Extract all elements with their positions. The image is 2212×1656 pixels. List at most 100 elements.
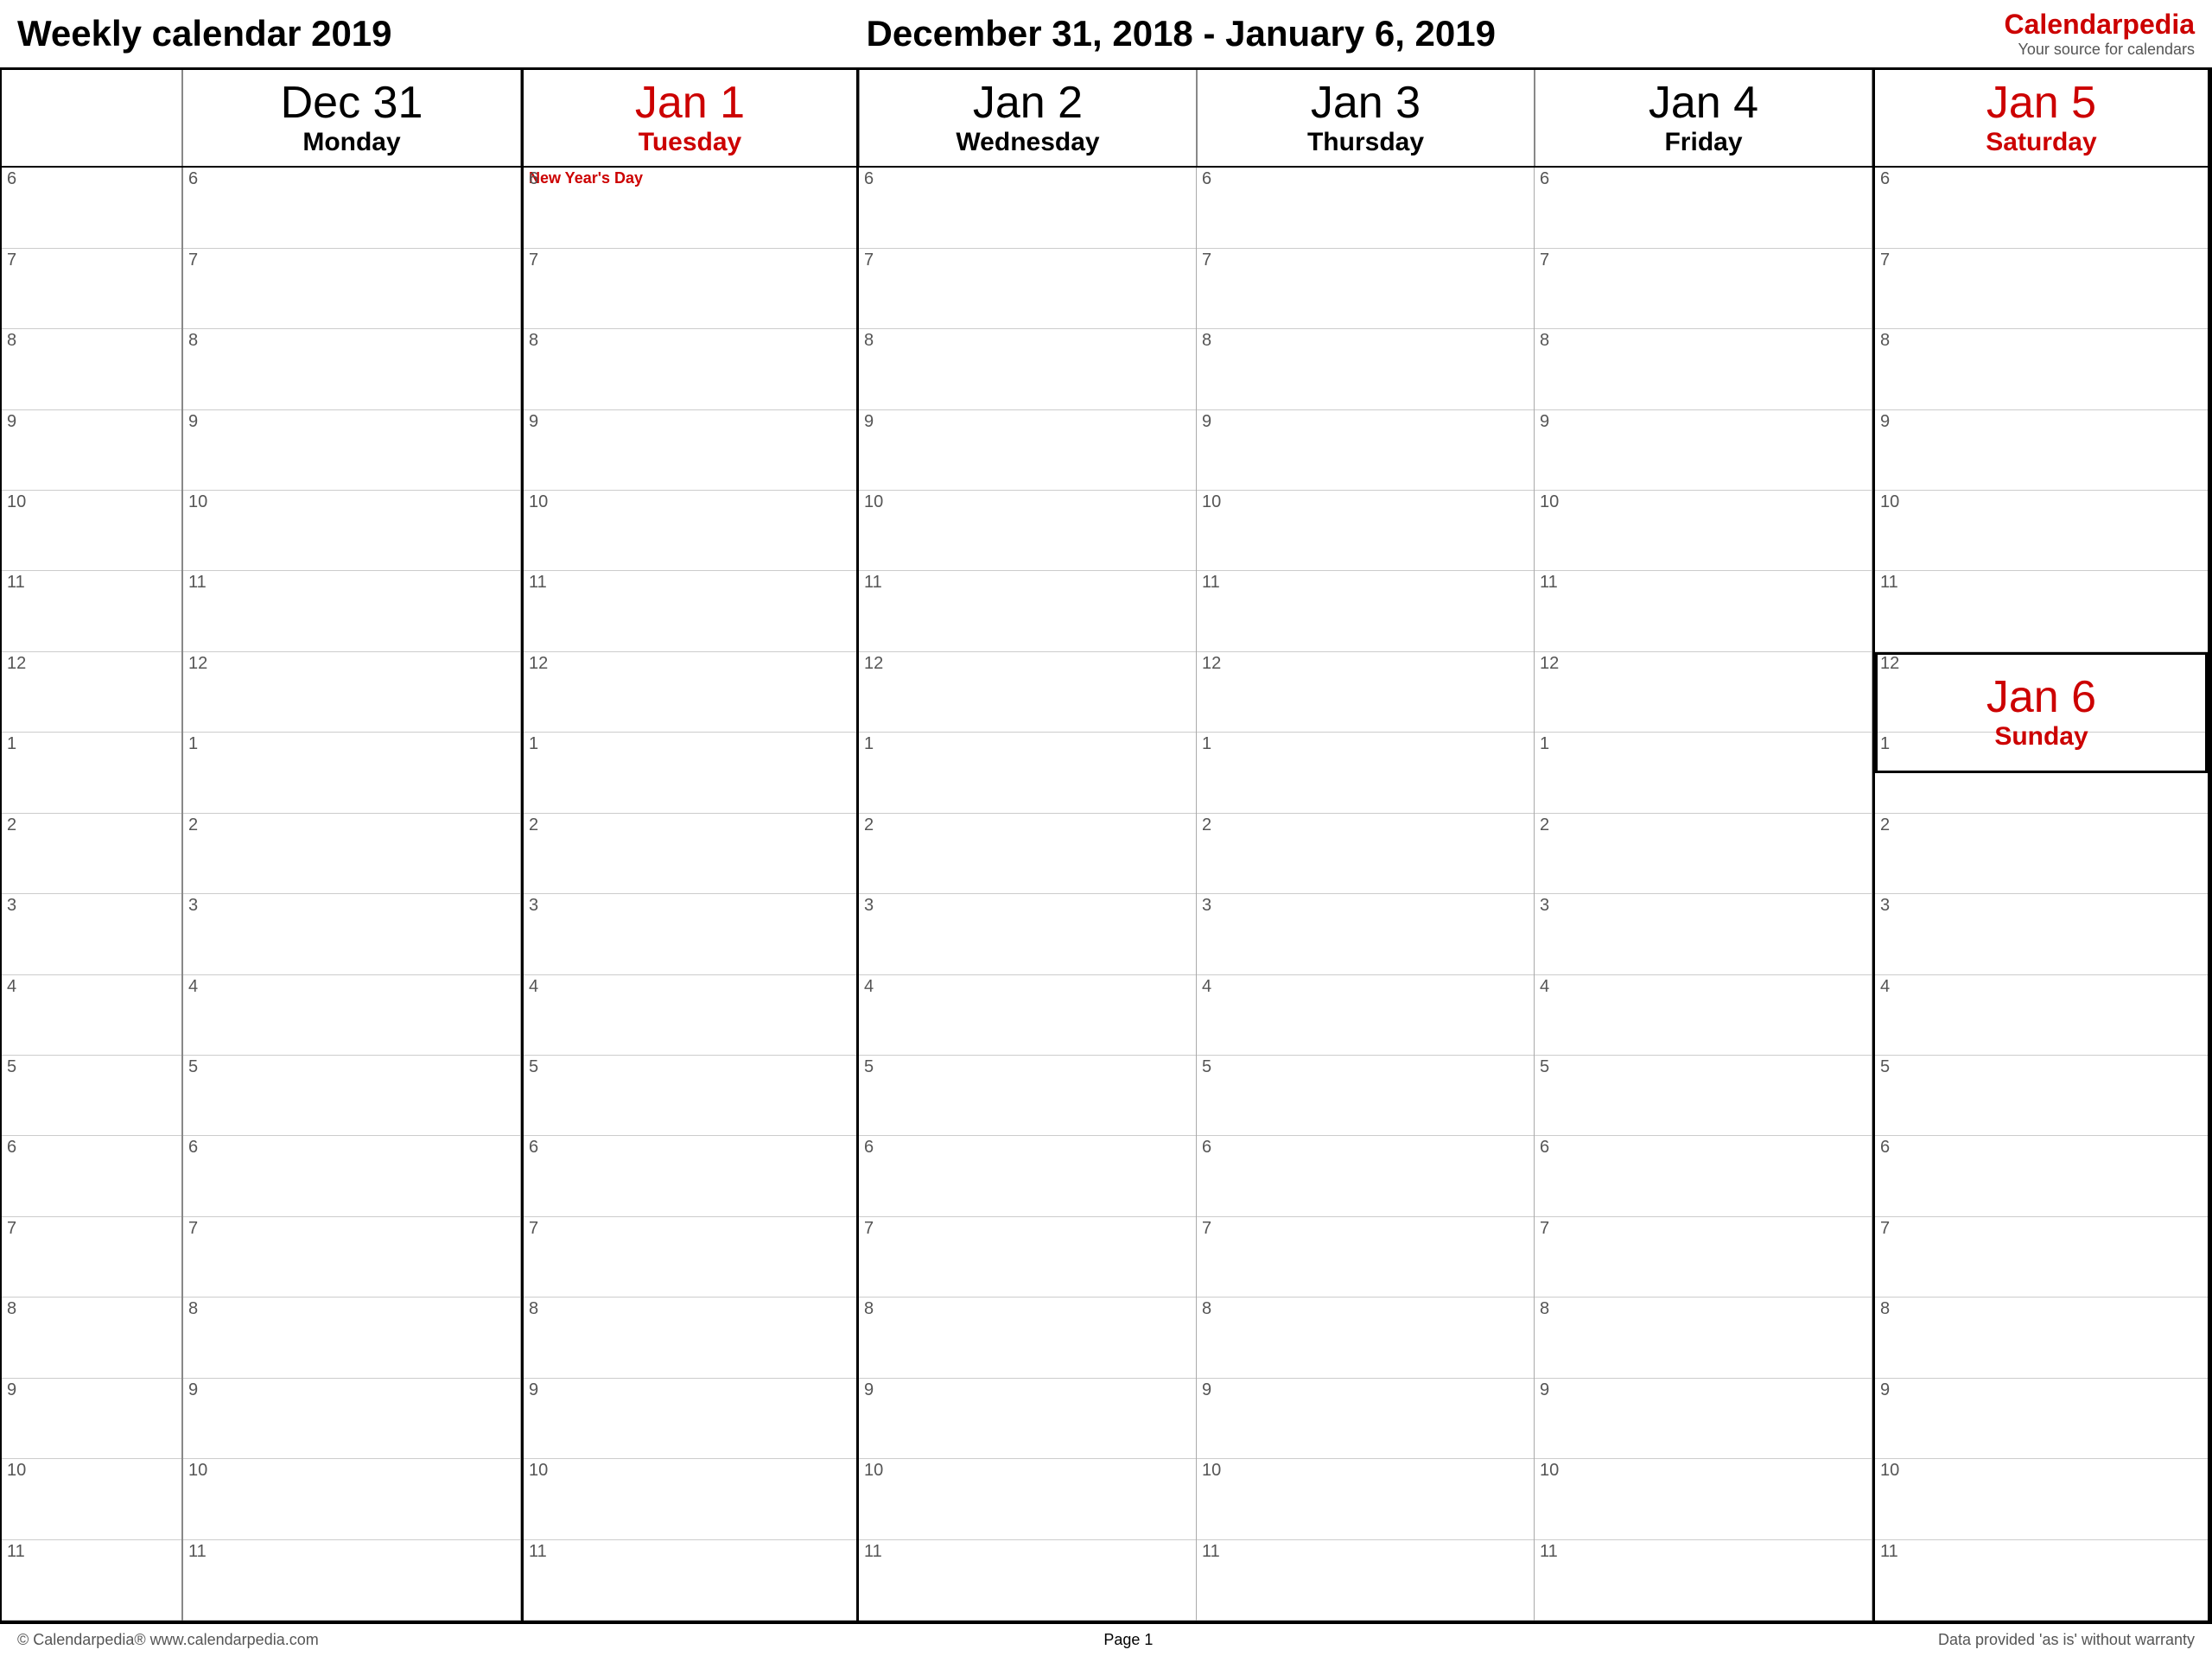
slot-jan5-12[interactable]: 6 xyxy=(1875,1136,2208,1216)
slot-jan4-16[interactable]: 10 xyxy=(1535,1459,1872,1539)
slot-jan4-8[interactable]: 2 xyxy=(1535,814,1872,894)
slot-jan3-3[interactable]: 9 xyxy=(1197,410,1534,491)
slot-jan4-7[interactable]: 1 xyxy=(1535,733,1872,813)
slot-jan1-16[interactable]: 10 xyxy=(524,1459,856,1539)
slot-dec31-7[interactable]: 1 xyxy=(183,733,520,813)
slot-jan1-10[interactable]: 4 xyxy=(524,975,856,1056)
slot-jan2-8[interactable]: 2 xyxy=(859,814,1196,894)
slot-jan3-9[interactable]: 3 xyxy=(1197,894,1534,974)
slot-jan5-8[interactable]: 2 xyxy=(1875,814,2208,894)
slot-dec31-0[interactable]: 6 xyxy=(183,168,520,248)
slot-jan2-0[interactable]: 6 xyxy=(859,168,1196,248)
slot-jan5-14[interactable]: 8 xyxy=(1875,1298,2208,1378)
slot-jan1-17[interactable]: 11 xyxy=(524,1540,856,1621)
slot-jan3-8[interactable]: 2 xyxy=(1197,814,1534,894)
slot-jan5-10[interactable]: 4 xyxy=(1875,975,2208,1056)
slot-jan4-11[interactable]: 5 xyxy=(1535,1056,1872,1136)
slot-jan1-14[interactable]: 8 xyxy=(524,1298,856,1378)
slot-jan4-10[interactable]: 4 xyxy=(1535,975,1872,1056)
slot-jan2-1[interactable]: 7 xyxy=(859,249,1196,329)
slot-dec31-12[interactable]: 6 xyxy=(183,1136,520,1216)
slot-jan4-1[interactable]: 7 xyxy=(1535,249,1872,329)
slot-jan3-11[interactable]: 5 xyxy=(1197,1056,1534,1136)
slot-jan5-17[interactable]: 11 xyxy=(1875,1540,2208,1621)
slot-jan1-12[interactable]: 6 xyxy=(524,1136,856,1216)
slot-jan4-17[interactable]: 11 xyxy=(1535,1540,1872,1621)
slot-jan5-7[interactable]: 1 xyxy=(1875,733,2208,813)
slot-jan4-12[interactable]: 6 xyxy=(1535,1136,1872,1216)
slot-jan5-3[interactable]: 9 xyxy=(1875,410,2208,491)
slot-dec31-2[interactable]: 8 xyxy=(183,329,520,409)
slot-jan5-6[interactable]: Jan 6Sunday12 xyxy=(1875,652,2208,733)
slot-jan3-13[interactable]: 7 xyxy=(1197,1217,1534,1298)
slot-jan1-13[interactable]: 7 xyxy=(524,1217,856,1298)
slot-dec31-13[interactable]: 7 xyxy=(183,1217,520,1298)
slot-jan5-4[interactable]: 10 xyxy=(1875,491,2208,571)
slot-dec31-9[interactable]: 3 xyxy=(183,894,520,974)
slot-jan1-1[interactable]: 7 xyxy=(524,249,856,329)
slot-jan2-11[interactable]: 5 xyxy=(859,1056,1196,1136)
slot-jan1-11[interactable]: 5 xyxy=(524,1056,856,1136)
slot-jan2-4[interactable]: 10 xyxy=(859,491,1196,571)
slot-jan3-1[interactable]: 7 xyxy=(1197,249,1534,329)
slot-jan5-16[interactable]: 10 xyxy=(1875,1459,2208,1539)
slot-jan1-4[interactable]: 10 xyxy=(524,491,856,571)
slot-jan1-2[interactable]: 8 xyxy=(524,329,856,409)
slot-dec31-10[interactable]: 4 xyxy=(183,975,520,1056)
slot-jan2-2[interactable]: 8 xyxy=(859,329,1196,409)
slot-jan1-3[interactable]: 9 xyxy=(524,410,856,491)
slot-jan2-7[interactable]: 1 xyxy=(859,733,1196,813)
slot-jan2-12[interactable]: 6 xyxy=(859,1136,1196,1216)
slot-jan4-13[interactable]: 7 xyxy=(1535,1217,1872,1298)
slot-jan4-9[interactable]: 3 xyxy=(1535,894,1872,974)
slot-jan4-15[interactable]: 9 xyxy=(1535,1379,1872,1459)
slot-jan3-0[interactable]: 6 xyxy=(1197,168,1534,248)
slot-jan1-5[interactable]: 11 xyxy=(524,571,856,651)
slot-jan3-2[interactable]: 8 xyxy=(1197,329,1534,409)
slot-jan5-1[interactable]: 7 xyxy=(1875,249,2208,329)
slot-jan5-13[interactable]: 7 xyxy=(1875,1217,2208,1298)
slot-jan4-3[interactable]: 9 xyxy=(1535,410,1872,491)
slot-jan2-10[interactable]: 4 xyxy=(859,975,1196,1056)
slot-jan2-9[interactable]: 3 xyxy=(859,894,1196,974)
slot-dec31-4[interactable]: 10 xyxy=(183,491,520,571)
slot-jan5-2[interactable]: 8 xyxy=(1875,329,2208,409)
slot-dec31-14[interactable]: 8 xyxy=(183,1298,520,1378)
slot-dec31-6[interactable]: 12 xyxy=(183,652,520,733)
slot-jan2-13[interactable]: 7 xyxy=(859,1217,1196,1298)
slot-jan3-17[interactable]: 11 xyxy=(1197,1540,1534,1621)
slot-dec31-5[interactable]: 11 xyxy=(183,571,520,651)
slot-dec31-3[interactable]: 9 xyxy=(183,410,520,491)
slot-jan1-15[interactable]: 9 xyxy=(524,1379,856,1459)
slot-jan5-5[interactable]: 11 xyxy=(1875,571,2208,651)
slot-jan2-15[interactable]: 9 xyxy=(859,1379,1196,1459)
slot-jan4-5[interactable]: 11 xyxy=(1535,571,1872,651)
slot-jan3-12[interactable]: 6 xyxy=(1197,1136,1534,1216)
slot-jan3-7[interactable]: 1 xyxy=(1197,733,1534,813)
slot-jan3-4[interactable]: 10 xyxy=(1197,491,1534,571)
slot-jan3-16[interactable]: 10 xyxy=(1197,1459,1534,1539)
slot-jan1-0[interactable]: New Year's Day6 xyxy=(524,168,856,248)
slot-jan3-6[interactable]: 12 xyxy=(1197,652,1534,733)
slot-jan4-2[interactable]: 8 xyxy=(1535,329,1872,409)
slot-jan4-14[interactable]: 8 xyxy=(1535,1298,1872,1378)
slot-jan2-16[interactable]: 10 xyxy=(859,1459,1196,1539)
slot-jan1-6[interactable]: 12 xyxy=(524,652,856,733)
slot-jan5-9[interactable]: 3 xyxy=(1875,894,2208,974)
slot-jan2-5[interactable]: 11 xyxy=(859,571,1196,651)
slot-dec31-16[interactable]: 10 xyxy=(183,1459,520,1539)
slot-jan4-6[interactable]: 12 xyxy=(1535,652,1872,733)
slot-jan2-3[interactable]: 9 xyxy=(859,410,1196,491)
slot-jan1-9[interactable]: 3 xyxy=(524,894,856,974)
slot-dec31-15[interactable]: 9 xyxy=(183,1379,520,1459)
slot-jan3-14[interactable]: 8 xyxy=(1197,1298,1534,1378)
slot-jan1-7[interactable]: 1 xyxy=(524,733,856,813)
slot-jan5-11[interactable]: 5 xyxy=(1875,1056,2208,1136)
slot-jan2-14[interactable]: 8 xyxy=(859,1298,1196,1378)
slot-dec31-17[interactable]: 11 xyxy=(183,1540,520,1621)
slot-jan3-15[interactable]: 9 xyxy=(1197,1379,1534,1459)
slot-jan5-0[interactable]: 6 xyxy=(1875,168,2208,248)
slot-jan4-0[interactable]: 6 xyxy=(1535,168,1872,248)
slot-jan1-8[interactable]: 2 xyxy=(524,814,856,894)
slot-jan2-17[interactable]: 11 xyxy=(859,1540,1196,1621)
